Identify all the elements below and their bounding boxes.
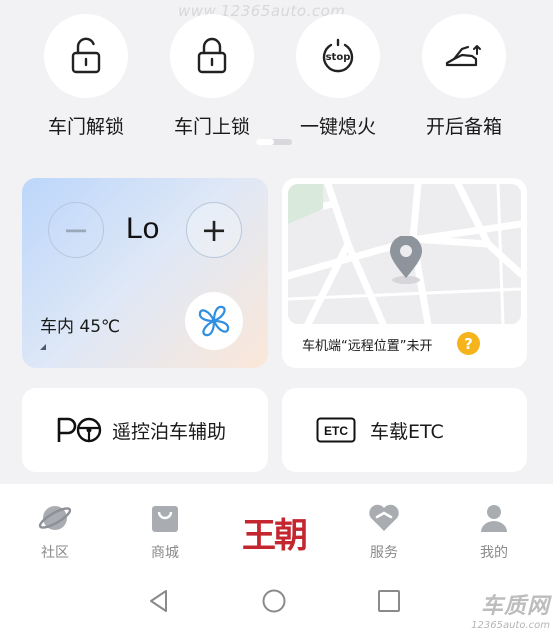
open-trunk-button[interactable]: 开后备箱 bbox=[409, 14, 519, 139]
location-pin-icon bbox=[390, 236, 422, 284]
open-trunk-label: 开后备箱 bbox=[425, 116, 502, 138]
temperature-setting: Lo bbox=[126, 212, 160, 245]
page-indicator bbox=[256, 139, 292, 145]
tab-profile[interactable]: 我的 bbox=[454, 502, 534, 562]
tab-mall[interactable]: 商城 bbox=[125, 502, 205, 562]
shopping-bag-icon bbox=[152, 506, 178, 532]
map-view[interactable] bbox=[288, 184, 521, 324]
vehicle-location-card[interactable]: 车机端“远程位置”未开 ? bbox=[282, 178, 527, 368]
unlock-door-button[interactable]: 车门解锁 bbox=[31, 14, 141, 139]
remote-parking-icon bbox=[57, 417, 102, 443]
lock-door-button[interactable]: 车门上锁 bbox=[157, 14, 267, 139]
svg-text:stop: stop bbox=[326, 52, 351, 63]
climate-card[interactable]: − Lo + 车内 45℃ bbox=[22, 178, 268, 368]
tab-service[interactable]: 服务 bbox=[344, 502, 424, 562]
profile-icon bbox=[481, 505, 507, 532]
temp-decrease-button[interactable]: − bbox=[48, 202, 104, 258]
fan-button[interactable] bbox=[185, 292, 243, 350]
inside-temperature: 车内 45℃ bbox=[40, 317, 121, 337]
etc-button[interactable]: ETC 车载ETC bbox=[282, 388, 527, 472]
watermark-bottom-right: 车质网 12365auto.com bbox=[458, 588, 550, 632]
tab-profile-label: 我的 bbox=[480, 545, 508, 561]
page-indicator-active-dot bbox=[256, 139, 274, 145]
remote-parking-label: 遥控泊车辅助 bbox=[112, 420, 227, 443]
unlock-door-label: 车门解锁 bbox=[47, 116, 124, 138]
corner-indicator bbox=[40, 344, 46, 350]
remote-parking-button[interactable]: 遥控泊车辅助 bbox=[22, 388, 268, 472]
remote-location-status: 车机端“远程位置”未开 bbox=[302, 339, 433, 354]
engine-stop-label: 一键熄火 bbox=[299, 116, 376, 138]
watermark-url: 12365auto.com bbox=[471, 620, 550, 631]
engine-stop-button[interactable]: stop 一键熄火 bbox=[283, 14, 393, 139]
fan-icon bbox=[198, 305, 230, 337]
temp-increase-button[interactable]: + bbox=[186, 202, 242, 258]
unlock-icon bbox=[44, 14, 128, 98]
tab-community-label: 社区 bbox=[41, 545, 69, 561]
recent-apps-icon[interactable] bbox=[376, 588, 402, 614]
lock-door-label: 车门上锁 bbox=[173, 116, 250, 138]
tab-mall-label: 商城 bbox=[151, 545, 179, 561]
tab-community[interactable]: 社区 bbox=[15, 502, 95, 562]
etc-icon: ETC bbox=[316, 417, 356, 443]
quick-actions-row: 车门解锁 车门上锁 stop 一键熄火 开后备箱 bbox=[0, 14, 553, 138]
brand-logo[interactable]: 王朝 bbox=[242, 508, 308, 557]
lock-icon bbox=[170, 14, 254, 98]
svg-text:ETC: ETC bbox=[324, 424, 348, 438]
watermark-brand: 车质网 bbox=[480, 593, 550, 619]
planet-icon bbox=[38, 506, 72, 530]
back-icon[interactable] bbox=[146, 588, 172, 614]
service-heart-icon bbox=[369, 504, 399, 531]
stop-engine-icon: stop bbox=[296, 14, 380, 98]
help-icon[interactable]: ? bbox=[457, 332, 480, 355]
tab-service-label: 服务 bbox=[370, 545, 398, 561]
etc-label: 车载ETC bbox=[370, 420, 444, 443]
trunk-open-icon bbox=[422, 14, 506, 98]
home-icon[interactable] bbox=[261, 588, 287, 614]
